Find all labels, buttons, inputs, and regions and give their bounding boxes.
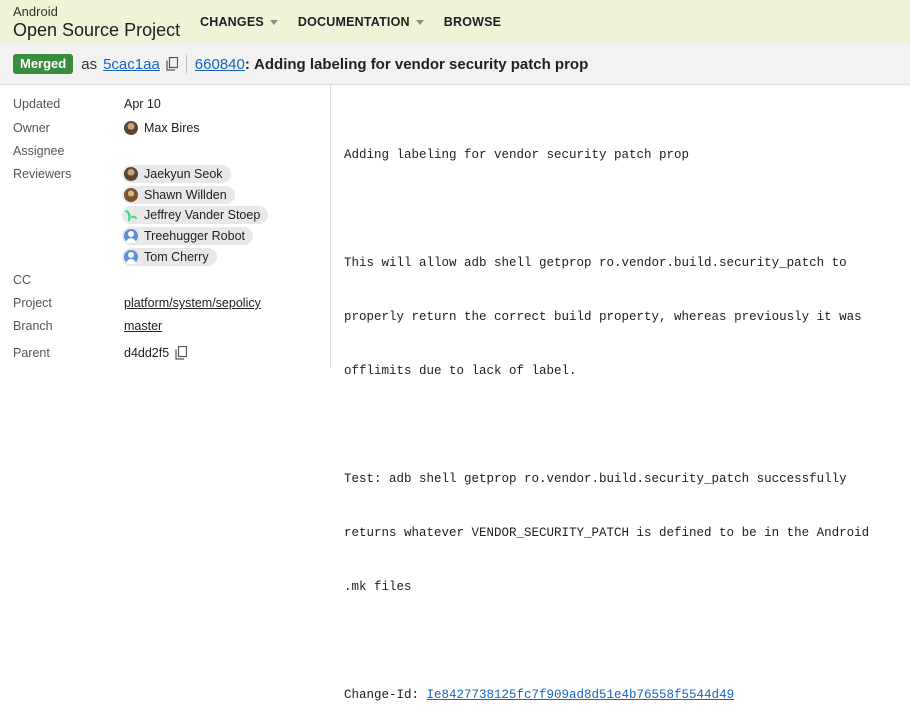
owner-value[interactable]: Max Bires <box>144 121 200 135</box>
reviewer-chip[interactable]: Shawn Willden <box>122 186 235 204</box>
title-colon: : <box>244 55 255 73</box>
chevron-down-icon <box>269 19 278 25</box>
copy-icon[interactable] <box>166 57 178 71</box>
change-header: Merged as 5cac1aa 660840 : Adding labeli… <box>0 44 910 85</box>
reviewer-name: Treehugger Robot <box>144 229 245 243</box>
reviewer-name: Jaekyun Seok <box>144 167 223 181</box>
reviewer-chip[interactable]: Treehugger Robot <box>122 227 253 245</box>
avatar <box>124 229 138 243</box>
nav-changes[interactable]: CHANGES <box>200 15 278 29</box>
divider <box>185 55 187 73</box>
status-badge: Merged <box>13 54 74 74</box>
message-line: offlimits due to lack of label. <box>344 364 577 378</box>
reviewers-label: Reviewers <box>13 167 72 181</box>
chevron-down-icon <box>415 19 424 25</box>
parent-label: Parent <box>13 346 50 360</box>
owner-label: Owner <box>13 121 50 135</box>
reviewer-chip[interactable]: Tom Cherry <box>122 248 217 266</box>
avatar <box>124 167 138 181</box>
reviewer-name: Shawn Willden <box>144 188 227 202</box>
avatar <box>124 250 138 264</box>
message-line: properly return the correct build proper… <box>344 310 862 324</box>
commit-message: Adding labeling for vendor security patc… <box>344 110 904 722</box>
commit-link[interactable]: 5cac1aa <box>103 56 160 73</box>
reviewer-chip[interactable]: Jeffrey Vander Stoep <box>122 206 269 224</box>
page-title: Adding labeling for vendor security patc… <box>254 55 589 73</box>
reviewer-name: Tom Cherry <box>144 250 209 264</box>
message-subject: Adding labeling for vendor security patc… <box>344 148 690 162</box>
message-line: .mk files <box>344 580 412 594</box>
nav-documentation[interactable]: DOCUMENTATION <box>298 15 424 29</box>
copy-icon[interactable] <box>175 346 187 360</box>
nav-changes-label: CHANGES <box>200 15 264 29</box>
change-id-link[interactable]: Ie8427738125fc7f909ad8d51e4b76558f5544d4… <box>427 688 735 702</box>
brand-title: Open Source Project <box>13 20 181 40</box>
message-line: returns whatever VENDOR_SECURITY_PATCH i… <box>344 526 870 540</box>
message-line: This will allow adb shell getprop ro.ven… <box>344 256 847 270</box>
assignee-label: Assignee <box>13 144 65 158</box>
avatar <box>124 188 138 202</box>
android-logo-icon <box>124 209 137 222</box>
as-label: as <box>81 55 98 73</box>
project-label: Project <box>13 296 52 310</box>
nav-documentation-label: DOCUMENTATION <box>297 15 410 29</box>
change-id-line: Change-Id: Ie8427738125fc7f909ad8d51e4b7… <box>344 686 904 704</box>
site-logo[interactable]: Android Open Source Project <box>13 5 180 41</box>
brand-small-text: Android <box>13 4 58 19</box>
nav-browse-label: BROWSE <box>443 15 502 29</box>
reviewer-name: Jeffrey Vander Stoep <box>144 208 261 222</box>
project-link[interactable]: platform/system/sepolicy <box>124 296 261 310</box>
branch-label: Branch <box>13 319 53 333</box>
updated-value: Apr 10 <box>124 97 161 111</box>
branch-link[interactable]: master <box>124 319 162 333</box>
cc-label: CC <box>13 273 32 287</box>
avatar <box>124 121 138 135</box>
updated-label: Updated <box>13 97 61 111</box>
change-number-link[interactable]: 660840 <box>195 56 245 73</box>
top-header: Android Open Source Project CHANGES DOCU… <box>0 0 910 44</box>
message-line: Test: adb shell getprop ro.vendor.build.… <box>344 472 847 486</box>
change-metadata: Updated Apr 10 Owner Max Bires Assignee … <box>0 85 331 368</box>
change-id-label: Change-Id: <box>344 688 427 702</box>
main-nav: CHANGES DOCUMENTATION BROWSE <box>200 0 521 44</box>
nav-browse[interactable]: BROWSE <box>444 15 501 29</box>
reviewer-chip[interactable]: Jaekyun Seok <box>122 165 231 183</box>
parent-value: d4dd2f5 <box>124 346 170 360</box>
